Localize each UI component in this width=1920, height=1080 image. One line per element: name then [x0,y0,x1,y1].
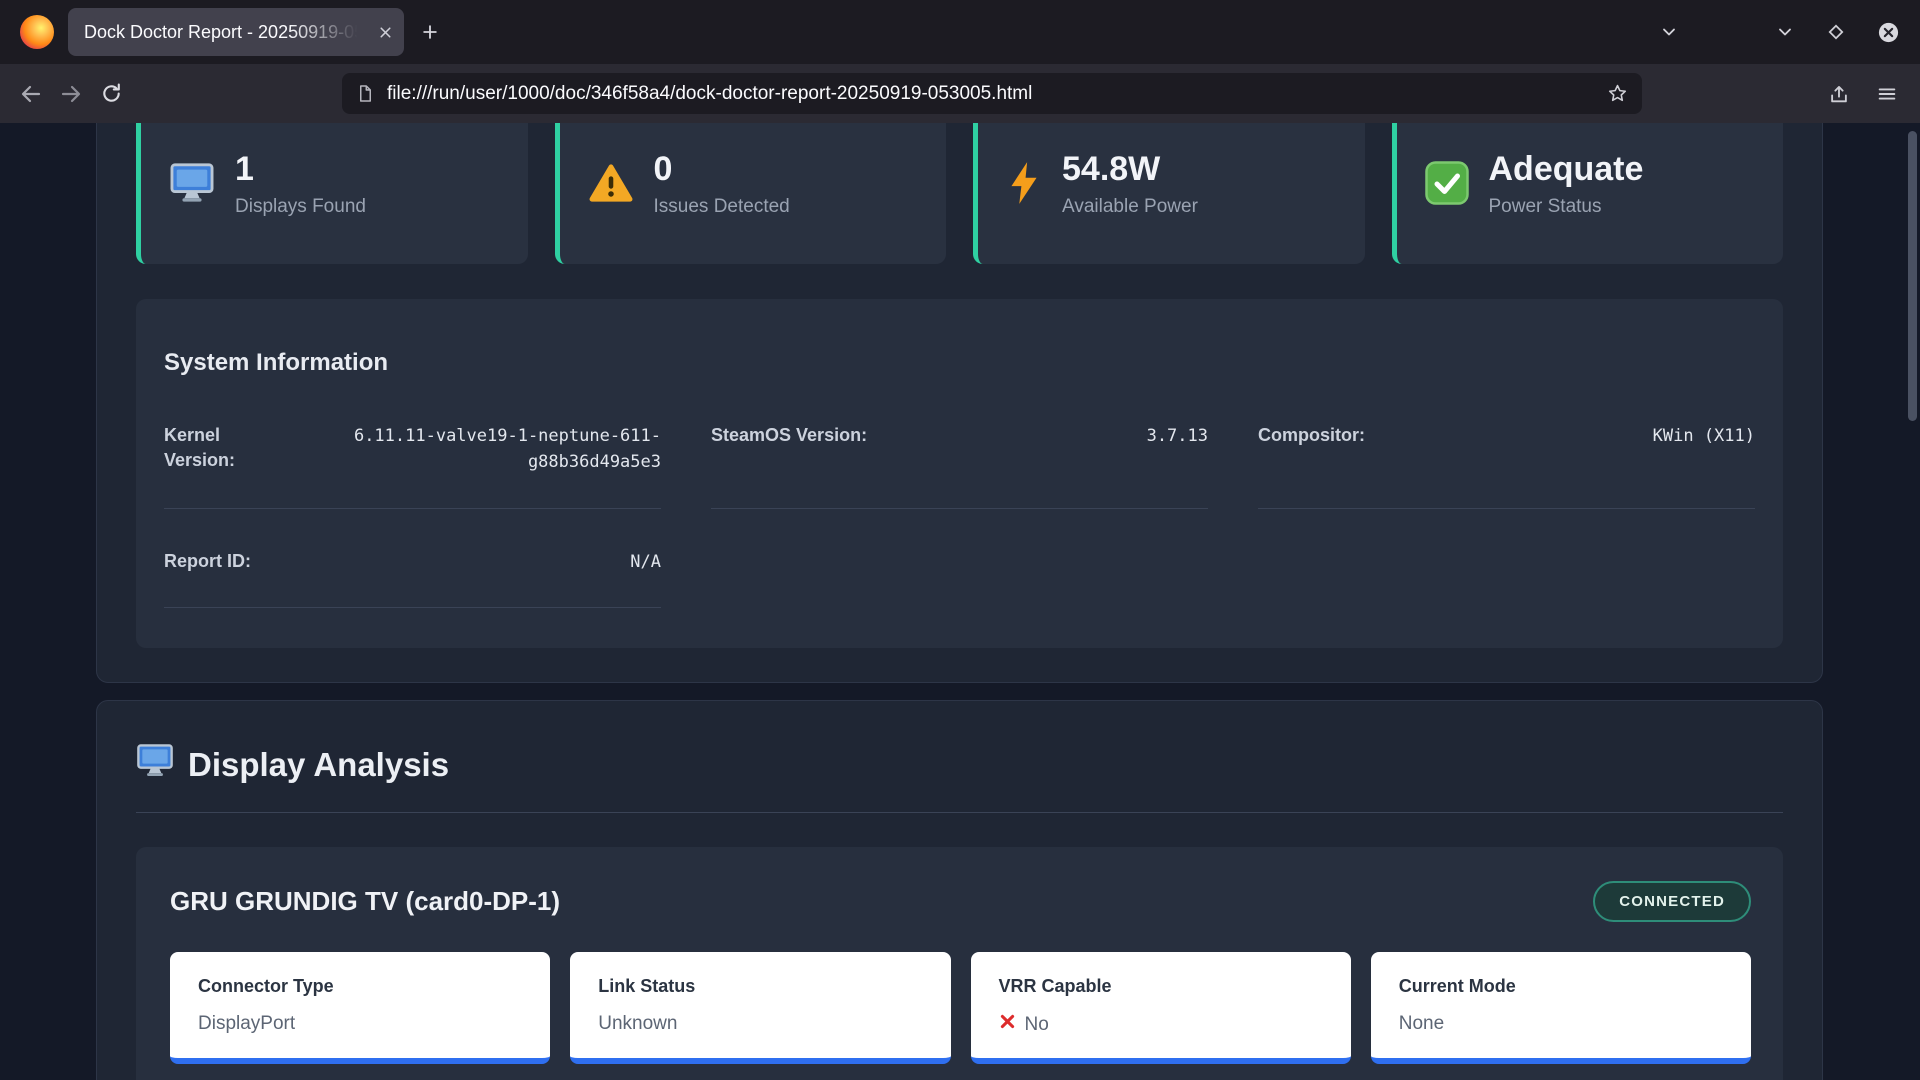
stat-card-power-status: Adequate Power Status [1392,123,1784,264]
stat-value: 54.8W [1062,152,1198,188]
window-minimize-icon[interactable] [1775,22,1795,42]
system-info-grid: Kernel Version: 6.11.11-valve19-1-neptun… [164,423,1755,608]
prop-label: VRR Capable [999,976,1323,997]
page-scrollbar[interactable] [1908,131,1917,421]
page-content: 1 Displays Found 0 Issues Detected 5 [0,123,1920,1080]
stat-value: 0 [654,152,790,188]
monitor-icon [136,743,174,786]
stats-row: 1 Displays Found 0 Issues Detected 5 [136,123,1783,264]
prop-card-link-status: Link Status Unknown [570,952,950,1064]
stat-card-displays: 1 Displays Found [136,123,528,264]
info-label: Kernel Version: [164,423,285,473]
url-text[interactable]: file:///run/user/1000/doc/346f58a4/dock-… [387,83,1595,105]
prop-value: Unknown [598,1013,922,1035]
red-x-icon [999,1013,1016,1036]
browser-nav-bar: file:///run/user/1000/doc/346f58a4/dock-… [0,64,1920,123]
browser-tab-bar: Dock Doctor Report - 20250919-053005 [0,0,1920,64]
window-close-icon[interactable] [1877,21,1900,44]
browser-tab[interactable]: Dock Doctor Report - 20250919-053005 [68,8,404,56]
stat-label: Available Power [1062,196,1198,218]
forward-icon[interactable] [54,77,88,111]
prop-value: None [1399,1013,1723,1035]
stat-card-issues: 0 Issues Detected [555,123,947,264]
display-analysis-header: Display Analysis [136,743,1783,813]
info-field-report-id: Report ID: N/A [164,549,661,608]
new-tab-button[interactable] [420,22,440,42]
display-card: GRU GRUNDIG TV (card0-DP-1) CONNECTED Co… [136,847,1783,1080]
stat-card-power: 54.8W Available Power [973,123,1365,264]
info-field-compositor: Compositor: KWin (X11) [1258,423,1755,509]
stat-label: Power Status [1489,196,1644,218]
display-name: GRU GRUNDIG TV (card0-DP-1) [170,886,560,917]
section-title: Display Analysis [188,746,449,784]
window-maximize-icon[interactable] [1825,21,1847,43]
info-label: SteamOS Version: [711,423,867,448]
stat-label: Issues Detected [654,196,790,218]
stat-value: 1 [235,152,366,188]
prop-value: DisplayPort [198,1013,522,1035]
system-information-card: System Information Kernel Version: 6.11.… [136,299,1783,648]
firefox-logo-icon[interactable] [20,15,54,49]
list-all-tabs-icon[interactable] [1659,22,1679,42]
back-icon[interactable] [14,77,48,111]
status-badge: CONNECTED [1593,881,1751,922]
stat-label: Displays Found [235,196,366,218]
prop-value-text: No [1025,1014,1049,1036]
check-icon [1425,161,1469,210]
tab-title: Dock Doctor Report - 20250919-053005 [84,22,369,43]
bolt-icon [1006,160,1042,211]
info-value: 6.11.11-valve19-1-neptune-611-g88b36d49a… [309,423,661,476]
page-icon [356,84,375,103]
info-label: Report ID: [164,549,251,574]
extensions-icon[interactable] [1828,83,1850,105]
prop-card-connector-type: Connector Type DisplayPort [170,952,550,1064]
prop-card-vrr-capable: VRR Capable No [971,952,1351,1064]
display-properties-row: Connector Type DisplayPort Link Status U… [170,952,1751,1064]
stat-value: Adequate [1489,152,1644,188]
url-bar[interactable]: file:///run/user/1000/doc/346f58a4/dock-… [342,73,1642,114]
prop-label: Current Mode [1399,976,1723,997]
menu-hamburger-icon[interactable] [1876,83,1898,105]
prop-label: Link Status [598,976,922,997]
monitor-icon [169,162,215,209]
info-field-kernel: Kernel Version: 6.11.11-valve19-1-neptun… [164,423,661,509]
info-value: 3.7.13 [1147,423,1208,449]
info-field-steamos: SteamOS Version: 3.7.13 [711,423,1208,509]
bookmark-star-icon[interactable] [1607,83,1628,104]
prop-label: Connector Type [198,976,522,997]
system-information-title: System Information [164,349,1755,377]
info-label: Compositor: [1258,423,1365,448]
tab-close-icon[interactable] [377,24,394,41]
info-value: N/A [630,549,661,575]
display-analysis-section: Display Analysis GRU GRUNDIG TV (card0-D… [96,700,1823,1080]
prop-card-current-mode: Current Mode None [1371,952,1751,1064]
info-value: KWin (X11) [1653,423,1755,449]
warning-icon [588,162,634,209]
summary-section-card: 1 Displays Found 0 Issues Detected 5 [96,123,1823,683]
reload-icon[interactable] [94,77,128,111]
